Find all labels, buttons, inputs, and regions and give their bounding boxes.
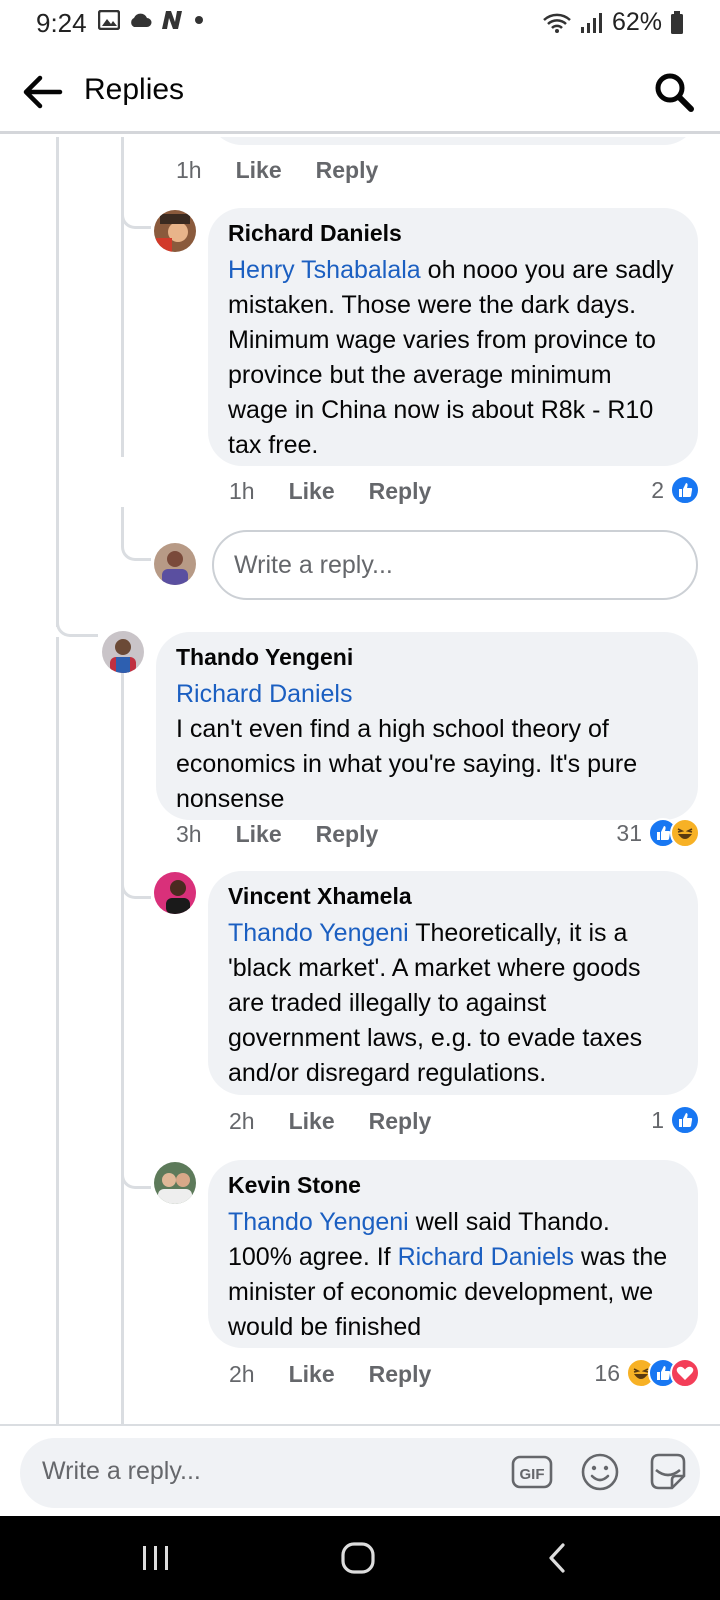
mention-link[interactable]: Richard Daniels bbox=[398, 1243, 574, 1271]
thread-line bbox=[121, 137, 124, 457]
wifi-icon bbox=[543, 13, 571, 33]
search-icon[interactable] bbox=[652, 70, 696, 114]
reaction-count: 16 bbox=[594, 1359, 620, 1386]
recent-apps-icon[interactable] bbox=[136, 1538, 176, 1578]
reaction-summary[interactable]: 1 bbox=[651, 1105, 700, 1135]
reply-button[interactable]: Reply bbox=[369, 1361, 432, 1388]
emoji-icon[interactable] bbox=[578, 1450, 622, 1494]
comment-bubble-cutoff bbox=[208, 137, 698, 145]
avatar[interactable] bbox=[154, 872, 196, 914]
reply-input[interactable]: Write a reply... bbox=[212, 530, 698, 600]
comment-text: Richard Daniels I can't even find a high … bbox=[176, 677, 678, 817]
composer-input[interactable]: Write a reply... GIF bbox=[20, 1438, 700, 1508]
comment-actions: 2h Like Reply bbox=[229, 1361, 431, 1388]
reply-button[interactable]: Reply bbox=[316, 157, 379, 184]
battery-icon bbox=[671, 10, 683, 34]
like-button[interactable]: Like bbox=[289, 478, 335, 505]
mention-link[interactable]: Thando Yengeni bbox=[228, 919, 409, 947]
cloud-icon bbox=[131, 13, 152, 27]
news-app-icon bbox=[162, 11, 182, 29]
mention-link[interactable]: Henry Tshabalala bbox=[228, 256, 421, 284]
comment-text: Thando Yengeni well said Thando. 100% ag… bbox=[228, 1205, 678, 1345]
reply-composer: Write a reply... GIF bbox=[0, 1424, 720, 1516]
comment-age: 1h bbox=[176, 157, 202, 183]
comment-actions: 2h Like Reply bbox=[229, 1108, 431, 1135]
like-button[interactable]: Like bbox=[236, 157, 282, 184]
battery-percent: 62% bbox=[611, 8, 662, 36]
app-bar: Replies bbox=[0, 48, 720, 134]
reply-button[interactable]: Reply bbox=[369, 478, 432, 505]
status-time: 9:24 bbox=[36, 8, 87, 38]
reply-button[interactable]: Reply bbox=[316, 821, 379, 848]
mention-link[interactable]: Richard Daniels bbox=[176, 677, 678, 712]
reaction-summary[interactable]: 16 bbox=[594, 1358, 700, 1388]
avatar[interactable] bbox=[154, 1162, 196, 1204]
gif-icon[interactable]: GIF bbox=[510, 1450, 554, 1494]
thread-connector bbox=[56, 607, 98, 637]
thread-connector bbox=[121, 507, 151, 561]
image-notification-icon bbox=[98, 10, 120, 30]
thread-connector bbox=[121, 867, 151, 899]
comment-age: 2h bbox=[229, 1108, 255, 1134]
comment-age: 2h bbox=[229, 1361, 255, 1387]
like-reaction-icon bbox=[670, 1105, 700, 1135]
reaction-count: 1 bbox=[651, 1106, 664, 1133]
page-title: Replies bbox=[84, 73, 185, 106]
thread-line bbox=[121, 657, 124, 1424]
reaction-summary[interactable]: 31 bbox=[616, 818, 700, 848]
back-arrow-icon[interactable] bbox=[20, 70, 64, 114]
comment-body: I can't even find a high school theory o… bbox=[176, 715, 638, 813]
commenter-name[interactable]: Vincent Xhamela bbox=[228, 883, 678, 910]
home-icon[interactable] bbox=[338, 1538, 378, 1578]
status-right: 62% bbox=[542, 8, 684, 37]
comment-bubble[interactable]: Vincent Xhamela Thando Yengeni Theoretic… bbox=[208, 871, 698, 1095]
reaction-summary[interactable]: 2 bbox=[651, 475, 700, 505]
comment-bubble[interactable]: Richard Daniels Henry Tshabalala oh nooo… bbox=[208, 208, 698, 466]
comment-text: Henry Tshabalala oh nooo you are sadly m… bbox=[228, 253, 678, 463]
back-nav-icon[interactable] bbox=[538, 1538, 578, 1578]
comment-text: Thando Yengeni Theoretically, it is a 'b… bbox=[228, 916, 678, 1091]
avatar[interactable] bbox=[154, 210, 196, 252]
comment-actions: 1h Like Reply bbox=[176, 157, 378, 184]
comment-age: 1h bbox=[229, 478, 255, 504]
reaction-count: 31 bbox=[616, 819, 642, 846]
mention-link[interactable]: Thando Yengeni bbox=[228, 1208, 409, 1236]
thread-line bbox=[56, 137, 59, 627]
thread-line bbox=[56, 637, 59, 1424]
like-button[interactable]: Like bbox=[236, 821, 282, 848]
comment-bubble[interactable]: Thando Yengeni Richard Daniels I can't ev… bbox=[156, 632, 698, 820]
sticker-icon[interactable] bbox=[646, 1450, 690, 1494]
notification-icons bbox=[98, 10, 204, 30]
status-bar: 9:24 62% bbox=[0, 0, 720, 46]
commenter-name[interactable]: Thando Yengeni bbox=[176, 644, 678, 671]
comment-bubble[interactable]: Kevin Stone Thando Yengeni well said Tha… bbox=[208, 1160, 698, 1348]
dot-icon bbox=[195, 16, 203, 24]
like-reaction-icon bbox=[670, 475, 700, 505]
reply-thread[interactable]: 1h Like Reply Richard Daniels Henry Tsha… bbox=[0, 137, 720, 1424]
system-nav-bar bbox=[0, 1516, 720, 1600]
like-button[interactable]: Like bbox=[289, 1361, 335, 1388]
thread-connector bbox=[121, 1157, 151, 1189]
signal-icon bbox=[580, 12, 602, 33]
reaction-count: 2 bbox=[651, 476, 664, 503]
reply-button[interactable]: Reply bbox=[369, 1108, 432, 1135]
commenter-name[interactable]: Richard Daniels bbox=[228, 220, 678, 247]
composer-placeholder: Write a reply... bbox=[42, 1457, 201, 1485]
comment-body: oh nooo you are sadly mistaken. Those we… bbox=[228, 256, 674, 459]
gif-label: GIF bbox=[520, 1466, 545, 1483]
comment-actions: 1h Like Reply bbox=[229, 478, 431, 505]
comment-actions: 3h Like Reply bbox=[176, 821, 378, 848]
avatar[interactable] bbox=[102, 631, 144, 673]
commenter-name[interactable]: Kevin Stone bbox=[228, 1172, 678, 1199]
haha-reaction-icon bbox=[670, 818, 700, 848]
like-button[interactable]: Like bbox=[289, 1108, 335, 1135]
love-reaction-icon bbox=[670, 1358, 700, 1388]
comment-age: 3h bbox=[176, 821, 202, 847]
current-user-avatar bbox=[154, 543, 196, 585]
thread-connector bbox=[121, 197, 151, 229]
